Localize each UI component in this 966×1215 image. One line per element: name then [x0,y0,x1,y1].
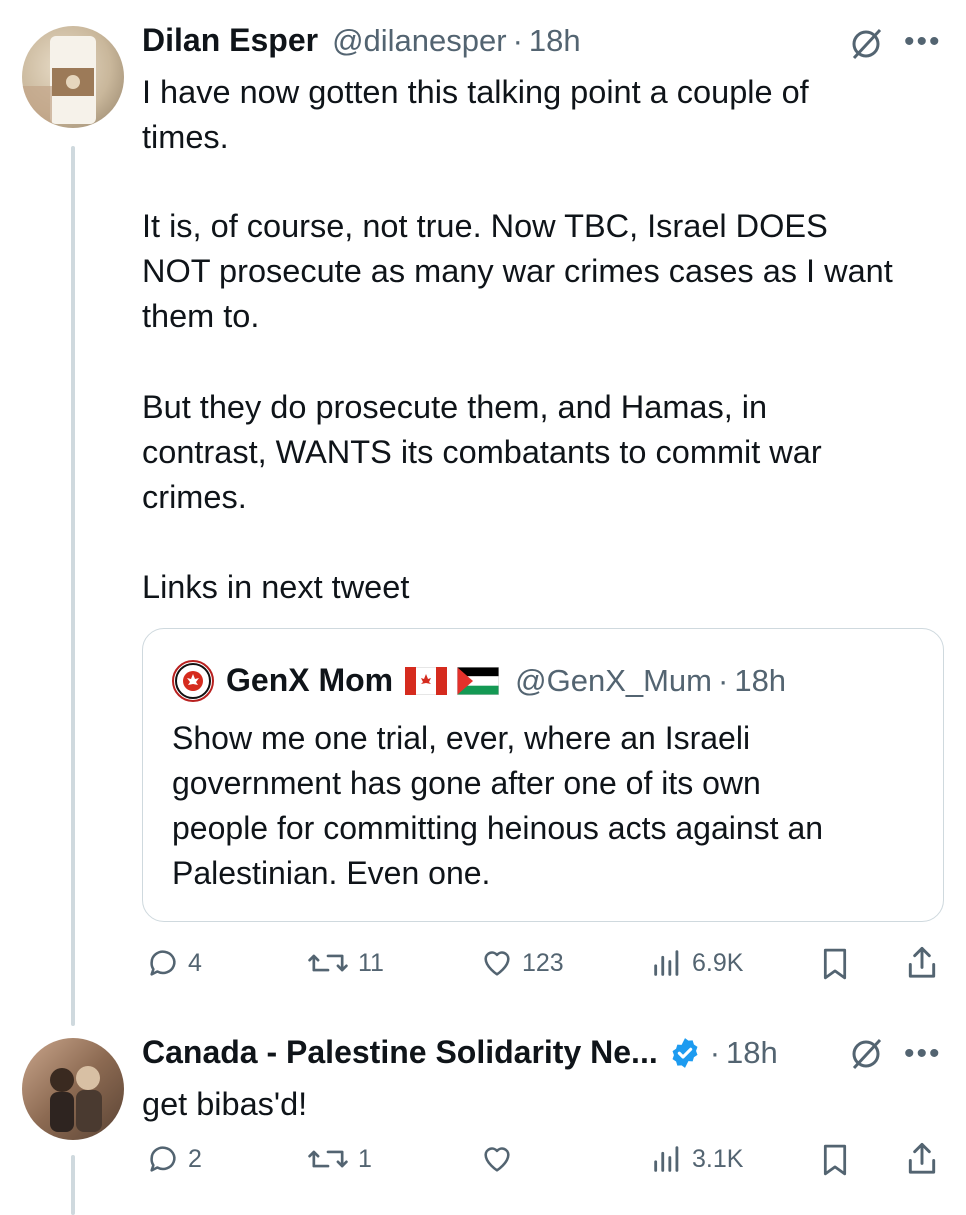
tweet-text: get bibas'd! [142,1086,308,1122]
tweet-paragraph: I have now gotten this talking point a c… [142,74,809,155]
bookmark-button[interactable] [818,1142,852,1183]
reply-button[interactable]: 4 [146,946,202,980]
share-icon [908,1142,936,1174]
quote-header: GenX Mom @GenX_Mum · 18h [226,662,786,699]
repost-icon [308,954,348,972]
separator-dot: · [512,23,523,58]
repost-icon [308,1150,348,1168]
separator-dot: · [709,1034,721,1070]
quote-timestamp: 18h [734,663,787,698]
repost-button[interactable]: 11 [306,946,384,980]
heart-icon [484,951,510,976]
share-icon [908,946,936,978]
views-chart-icon [654,950,679,976]
reply-button[interactable]: 2 [146,1142,202,1176]
reply-icon [150,1146,176,1172]
quote-flags [405,666,500,695]
like-count: 123 [522,948,564,977]
separator-dot: · [718,663,729,698]
views-chart-icon [654,1146,679,1172]
tweet-header: Canada - Palestine Solidarity Ne... · 18… [142,1034,778,1071]
timestamp[interactable]: 18h [726,1035,778,1071]
bookmark-icon [823,948,847,980]
quote-handle: @GenX_Mum [515,663,712,698]
verified-badge-icon [668,1036,702,1070]
view-count: 3.1K [692,1144,744,1173]
views-button[interactable]: 3.1K [650,1142,743,1176]
tweet-paragraph: It is, of course, not true. Now TBC, Isr… [142,208,893,334]
avatar-canada-palestine-solidarity[interactable] [22,1038,124,1140]
reply-count: 4 [188,948,202,977]
bookmark-icon [823,1144,847,1176]
display-name[interactable]: Dilan Esper [142,22,318,59]
more-options-icon[interactable]: ••• [904,1039,942,1069]
user-handle[interactable]: @dilanesper [332,23,507,59]
canada-flag-icon [405,666,448,695]
thread-line [71,146,75,1026]
like-button[interactable] [480,1142,522,1176]
share-button[interactable] [904,944,940,987]
heart-icon [484,1147,510,1172]
canada-maple-leaf-icon [175,663,211,699]
more-options-icon[interactable]: ••• [904,27,942,57]
repost-count: 1 [358,1144,372,1173]
view-count: 6.9K [692,948,744,977]
thread-line [71,1155,75,1215]
bookmark-button[interactable] [818,946,852,987]
grok-icon[interactable] [848,26,884,67]
views-button[interactable]: 6.9K [650,946,743,980]
display-name[interactable]: Canada - Palestine Solidarity Ne... [142,1034,658,1071]
avatar-dilan-esper[interactable] [22,26,124,128]
tweet-paragraph: Links in next tweet [142,569,410,605]
like-button[interactable]: 123 [480,946,564,980]
quote-text: Show me one trial, ever, where an Israel… [172,720,824,891]
share-button[interactable] [904,1140,940,1183]
palestine-flag-icon [457,666,500,695]
quote-display-name: GenX Mom [226,662,394,698]
repost-count: 11 [358,948,384,977]
tweet-header: Dilan Esper @dilanesper · 18h [142,22,581,59]
reply-count: 2 [188,1144,202,1173]
group-photo-icon [50,1066,102,1132]
timestamp[interactable]: 18h [529,23,581,59]
grok-icon[interactable] [848,1036,884,1077]
repost-button[interactable]: 1 [306,1142,372,1176]
coffee-cup-icon [22,36,96,128]
quote-avatar[interactable] [172,660,214,702]
tweet-paragraph: But they do prosecute them, and Hamas, i… [142,389,822,515]
reply-icon [150,950,176,976]
